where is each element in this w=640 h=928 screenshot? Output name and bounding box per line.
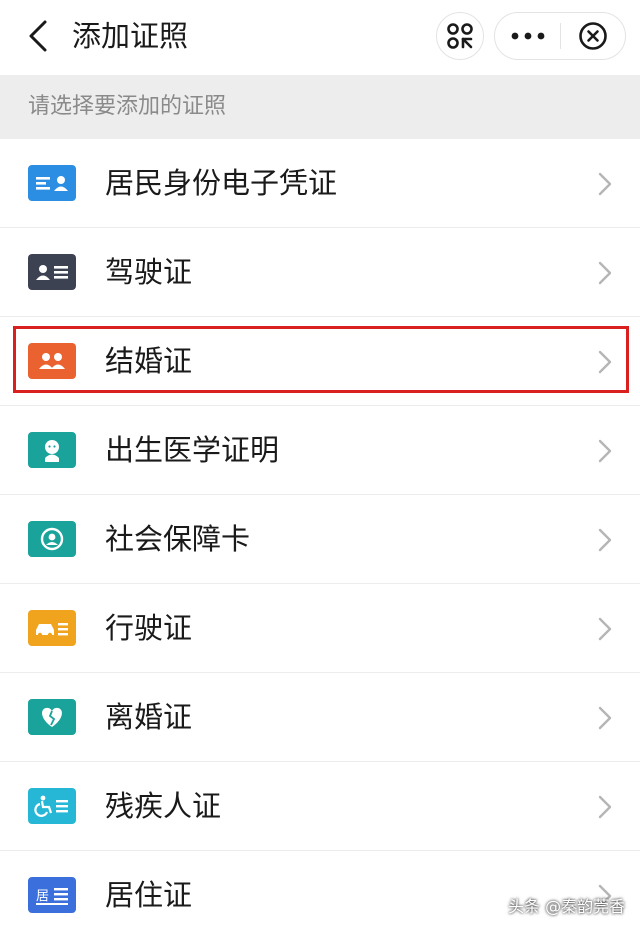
list-item-label: 残疾人证 [105, 789, 222, 823]
list-item-label: 出生医学证明 [105, 433, 280, 467]
more-dots-icon [511, 32, 544, 40]
back-arrow-icon [29, 20, 47, 52]
residence-icon: 居 [28, 877, 76, 913]
residence-icon-glyph: 居 [36, 889, 49, 904]
scan-icon [447, 23, 473, 49]
hint-text: 请选择要添加的证照 [28, 94, 227, 119]
section-hint: 请选择要添加的证照 [0, 75, 640, 139]
chevron-right-icon [598, 261, 612, 285]
chevron-right-icon [598, 439, 612, 463]
navigation-bar: 添加证照 [0, 0, 640, 75]
wheelchair-icon [28, 788, 76, 824]
more-button[interactable] [495, 13, 560, 59]
certificate-list: 居民身份电子凭证 驾驶证 结婚证 出生医学证明 社会保障卡 行驶证 离婚证 残疾… [0, 139, 640, 928]
chevron-right-icon [598, 172, 612, 196]
scan-button[interactable] [436, 12, 484, 60]
list-item-marriage-certificate[interactable]: 结婚证 [0, 317, 640, 406]
couple-icon [28, 343, 76, 379]
social-security-icon [28, 521, 76, 557]
broken-heart-icon [28, 699, 76, 735]
list-item-label: 结婚证 [105, 344, 193, 378]
chevron-right-icon [598, 795, 612, 819]
list-item-social-security-card[interactable]: 社会保障卡 [0, 495, 640, 584]
list-item-birth-certificate[interactable]: 出生医学证明 [0, 406, 640, 495]
list-item-label: 驾驶证 [105, 255, 193, 289]
chevron-right-icon [598, 528, 612, 552]
close-button[interactable] [561, 13, 625, 59]
list-item-label: 离婚证 [105, 700, 193, 734]
list-item-divorce-certificate[interactable]: 离婚证 [0, 673, 640, 762]
menu-capsule [494, 12, 626, 60]
list-item-label: 居民身份电子凭证 [105, 166, 338, 200]
list-item-disability-certificate[interactable]: 残疾人证 [0, 762, 640, 851]
license-card-icon [28, 254, 76, 290]
list-item-label: 社会保障卡 [105, 522, 251, 556]
car-icon [28, 610, 76, 646]
back-button[interactable] [18, 16, 58, 56]
list-item-label: 行驶证 [105, 611, 193, 645]
page-title: 添加证照 [72, 19, 189, 53]
chevron-right-icon [598, 617, 612, 641]
list-item-id-card[interactable]: 居民身份电子凭证 [0, 139, 640, 228]
chevron-right-icon [598, 350, 612, 374]
baby-icon [28, 432, 76, 468]
close-circle-icon [579, 22, 607, 50]
list-item-driving-license[interactable]: 驾驶证 [0, 228, 640, 317]
watermark-text: 头条 @秦韵莞香 [508, 897, 626, 916]
list-item-vehicle-license[interactable]: 行驶证 [0, 584, 640, 673]
chevron-right-icon [598, 706, 612, 730]
id-card-icon [28, 165, 76, 201]
list-item-label: 居住证 [105, 878, 193, 912]
